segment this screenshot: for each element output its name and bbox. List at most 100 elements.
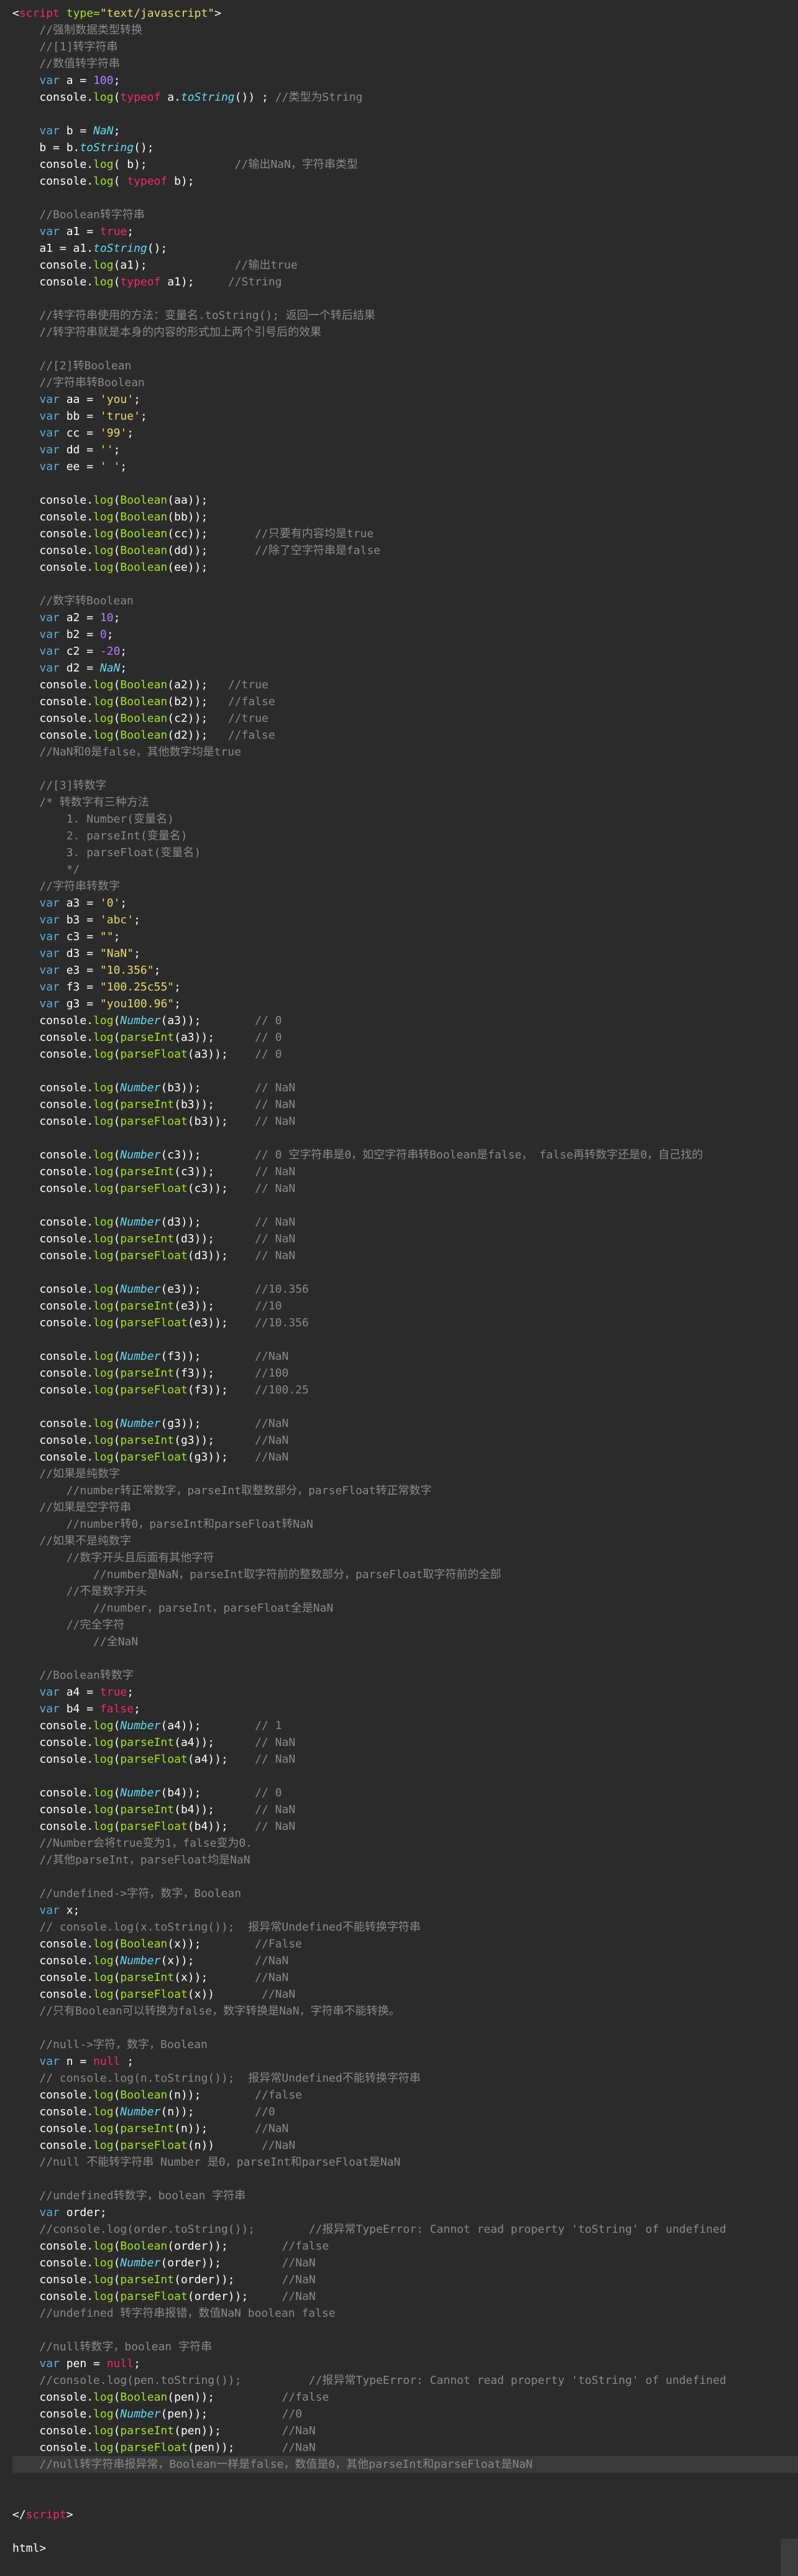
code-line[interactable]: console.log(Boolean(ee));	[12, 559, 798, 576]
code-line[interactable]: console.log( b); //输出NaN，字符串类型	[12, 156, 798, 173]
code-line[interactable]: //number是NaN，parseInt取字符前的整数部分，parseFloa…	[12, 1566, 798, 1583]
code-line[interactable]: //undefined转数字，boolean 字符串	[12, 2187, 798, 2204]
code-line[interactable]: console.log(Boolean(a2)); //true	[12, 676, 798, 693]
code-line[interactable]: // console.log(x.toString()); 报异常Undefin…	[12, 1919, 798, 1936]
code-line[interactable]: console.log(Boolean(aa));	[12, 492, 798, 509]
code-line[interactable]: console.log(parseInt(pen)); //NaN	[12, 2422, 798, 2439]
code-line[interactable]	[12, 2322, 798, 2338]
code-line[interactable]: console.log(Number(order)); //NaN	[12, 2255, 798, 2271]
code-line[interactable]: //如果不是纯数字	[12, 1533, 798, 1549]
code-line[interactable]: console.log(parseInt(f3)); //100	[12, 1365, 798, 1382]
code-line[interactable]: var a2 = 10;	[12, 609, 798, 626]
code-line[interactable]	[12, 2473, 798, 2490]
code-line[interactable]: console.log(a1); //输出true	[12, 257, 798, 274]
code-line[interactable]: var a = 100;	[12, 72, 798, 89]
code-line[interactable]: var n = null ;	[12, 2053, 798, 2070]
code-line[interactable]: console.log(Boolean(order)); //false	[12, 2238, 798, 2255]
code-line[interactable]: //null转字符串报异常，Boolean一样是false，数值是0，其他par…	[12, 2456, 798, 2473]
code-line[interactable]: console.log(parseFloat(x)) //NaN	[12, 1986, 798, 2003]
code-line[interactable]: console.log(Number(x)); //NaN	[12, 1952, 798, 1969]
code-line[interactable]: var a1 = true;	[12, 223, 798, 240]
code-line[interactable]: console.log(parseInt(n)); //NaN	[12, 2120, 798, 2137]
code-line[interactable]: console.log(Number(b3)); // NaN	[12, 1079, 798, 1096]
code-line[interactable]: console.log(Number(pen)); //0	[12, 2406, 798, 2422]
code-line[interactable]: //null转数字，boolean 字符串	[12, 2338, 798, 2355]
code-line[interactable]: console.log(Boolean(bb));	[12, 509, 798, 525]
code-line[interactable]: console.log(parseInt(c3)); // NaN	[12, 1163, 798, 1180]
code-line[interactable]: //数值转字符串	[12, 55, 798, 72]
code-line[interactable]: <script type="text/javascript">	[12, 5, 798, 22]
code-line[interactable]: console.log(parseFloat(c3)); // NaN	[12, 1180, 798, 1197]
code-line[interactable]: var order;	[12, 2204, 798, 2221]
code-line[interactable]: //[2]转Boolean	[12, 358, 798, 374]
code-line[interactable]: console.log(Boolean(d2)); //false	[12, 727, 798, 744]
code-line[interactable]	[12, 1650, 798, 1667]
code-line[interactable]: var pen = null;	[12, 2355, 798, 2372]
code-line[interactable]: console.log(parseFloat(g3)); //NaN	[12, 1449, 798, 1466]
code-line[interactable]: console.log(parseFloat(n)) //NaN	[12, 2137, 798, 2154]
code-line[interactable]: //NaN和0是false，其他数字均是true	[12, 744, 798, 760]
code-line[interactable]: console.log(Number(a4)); // 1	[12, 1717, 798, 1734]
code-area[interactable]: <script type="text/javascript"> //强制数据类型…	[12, 5, 798, 2557]
code-line[interactable]: //数字转Boolean	[12, 593, 798, 609]
code-line[interactable]: var ee = ' ';	[12, 458, 798, 475]
code-line[interactable]: //强制数据类型转换	[12, 22, 798, 39]
code-line[interactable]: //number转正常数字，parseInt取整数部分，parseFloat转正…	[12, 1482, 798, 1499]
code-line[interactable]	[12, 1768, 798, 1784]
code-line[interactable]: var b4 = false;	[12, 1701, 798, 1717]
code-line[interactable]: console.log(parseFloat(b4)); // NaN	[12, 1818, 798, 1835]
code-line[interactable]: console.log(Number(g3)); //NaN	[12, 1415, 798, 1432]
code-line[interactable]: console.log(parseFloat(pen)); //NaN	[12, 2439, 798, 2456]
code-line[interactable]	[12, 1197, 798, 1214]
code-line[interactable]	[12, 1331, 798, 1348]
code-line[interactable]: console.log(Number(d3)); // NaN	[12, 1214, 798, 1230]
code-line[interactable]: console.log(parseFloat(a4)); // NaN	[12, 1751, 798, 1768]
code-line[interactable]: a1 = a1.toString();	[12, 240, 798, 257]
code-line[interactable]: 3. parseFloat(变量名)	[12, 844, 798, 861]
code-line[interactable]: var cc = '99';	[12, 425, 798, 441]
code-line[interactable]: console.log( typeof b);	[12, 173, 798, 190]
code-line[interactable]: console.log(Number(c3)); // 0 空字符串是0，如空字…	[12, 1147, 798, 1163]
code-line[interactable]: var d2 = NaN;	[12, 660, 798, 676]
code-line[interactable]: console.log(parseInt(g3)); //NaN	[12, 1432, 798, 1449]
code-editor[interactable]: <script type="text/javascript"> //强制数据类型…	[0, 0, 798, 2576]
code-line[interactable]	[12, 1063, 798, 1079]
code-line[interactable]: //null 不能转字符串 Number 是0，parseInt和parseFl…	[12, 2154, 798, 2171]
code-line[interactable]: var a3 = '0';	[12, 895, 798, 912]
code-line[interactable]: //不是数字开头	[12, 1583, 798, 1600]
code-line[interactable]: //只有Boolean可以转换为false，数字转换是NaN，字符串不能转换。	[12, 2003, 798, 2020]
code-line[interactable]: //undefined 转字符串报错，数值NaN boolean false	[12, 2305, 798, 2322]
code-line[interactable]: var x;	[12, 1902, 798, 1919]
code-line[interactable]: var dd = '';	[12, 441, 798, 458]
code-line[interactable]: //Number会将true变为1，false变为0.	[12, 1835, 798, 1852]
code-line[interactable]: console.log(parseInt(d3)); // NaN	[12, 1230, 798, 1247]
code-line[interactable]: console.log(Boolean(n)); //false	[12, 2087, 798, 2103]
code-line[interactable]	[12, 1264, 798, 1281]
code-line[interactable]	[12, 760, 798, 777]
code-line[interactable]: console.log(Boolean(pen)); //false	[12, 2389, 798, 2406]
code-line[interactable]: var b2 = 0;	[12, 626, 798, 643]
code-line[interactable]: console.log(parseInt(a3)); // 0	[12, 1029, 798, 1046]
code-line[interactable]	[12, 341, 798, 358]
code-line[interactable]: //[1]转字符串	[12, 39, 798, 55]
code-line[interactable]	[12, 2171, 798, 2187]
code-line[interactable]: console.log(parseFloat(f3)); //100.25	[12, 1382, 798, 1398]
code-line[interactable]	[12, 2020, 798, 2036]
code-line[interactable]: console.log(Boolean(b2)); //false	[12, 693, 798, 710]
code-line[interactable]	[12, 1868, 798, 1885]
scrollbar-thumb[interactable]	[781, 2539, 798, 2576]
code-line[interactable]: //转字符串使用的方法：变量名.toString(); 返回一个转后结果	[12, 307, 798, 324]
code-line[interactable]: /* 转数字有三种方法	[12, 794, 798, 811]
code-line[interactable]	[12, 1130, 798, 1147]
code-line[interactable]: //undefined->字符，数字，Boolean	[12, 1885, 798, 1902]
code-line[interactable]: //[3]转数字	[12, 777, 798, 794]
code-line[interactable]: 1. Number(变量名)	[12, 811, 798, 828]
code-line[interactable]: console.log(Number(n)); //0	[12, 2103, 798, 2120]
code-line[interactable]: console.log(parseInt(x)); //NaN	[12, 1969, 798, 1986]
code-line[interactable]: console.log(parseInt(b3)); // NaN	[12, 1096, 798, 1113]
code-line[interactable]: console.log(typeof a.toString()) ; //类型为…	[12, 89, 798, 106]
code-line[interactable]: //数字开头且后面有其他字符	[12, 1549, 798, 1566]
code-line[interactable]: console.log(Number(a3)); // 0	[12, 1012, 798, 1029]
code-line[interactable]: // console.log(n.toString()); 报异常Undefin…	[12, 2070, 798, 2087]
code-line[interactable]: </script>	[12, 2506, 798, 2523]
